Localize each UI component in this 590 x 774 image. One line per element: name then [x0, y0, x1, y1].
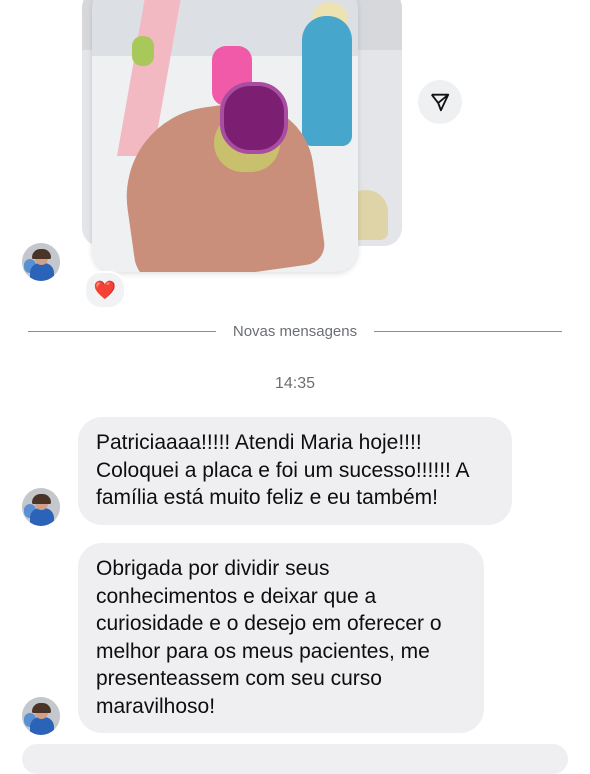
divider-line-left — [28, 331, 216, 332]
avatar[interactable] — [22, 488, 60, 526]
avatar[interactable] — [22, 697, 60, 735]
image-brace — [220, 82, 288, 154]
red-heart-icon: ❤️ — [93, 279, 117, 300]
message-line: maravilhoso! — [96, 694, 216, 718]
message-line: família está muito feliz e eu também! — [96, 486, 438, 509]
message-line: Patriciaaaa!!!!! Atendi Maria hoje!!!! — [96, 431, 422, 454]
heart-reaction[interactable]: ❤️ — [84, 271, 126, 309]
message-line: Coloquei a placa e foi um sucesso!!!!!! … — [96, 458, 470, 482]
image-doll-dress — [302, 16, 352, 146]
paper-plane-icon — [431, 93, 450, 112]
shared-image[interactable] — [92, 0, 358, 272]
image-green-toy — [132, 36, 154, 66]
avatar[interactable] — [22, 243, 60, 281]
message-timestamp: 14:35 — [274, 375, 316, 392]
share-button[interactable] — [418, 80, 462, 124]
message-bubble-partial[interactable] — [22, 744, 568, 774]
message-line: curiosidade e o desejo em oferecer o — [96, 612, 442, 635]
divider-line-right — [374, 331, 562, 332]
message-line: conhecimentos e deixar que a — [96, 584, 377, 608]
new-messages-divider: Novas mensagens — [232, 323, 358, 340]
message-line: Obrigada por dividir seus — [96, 557, 330, 580]
message-bubble[interactable]: Patriciaaaa!!!!! Atendi Maria hoje!!!! C… — [78, 417, 512, 525]
message-bubble[interactable]: Obrigada por dividir seus conhecimentos … — [78, 543, 484, 733]
message-line: presenteassem com seu curso — [96, 667, 382, 690]
message-line: melhor para os meus pacientes, me — [96, 639, 430, 663]
